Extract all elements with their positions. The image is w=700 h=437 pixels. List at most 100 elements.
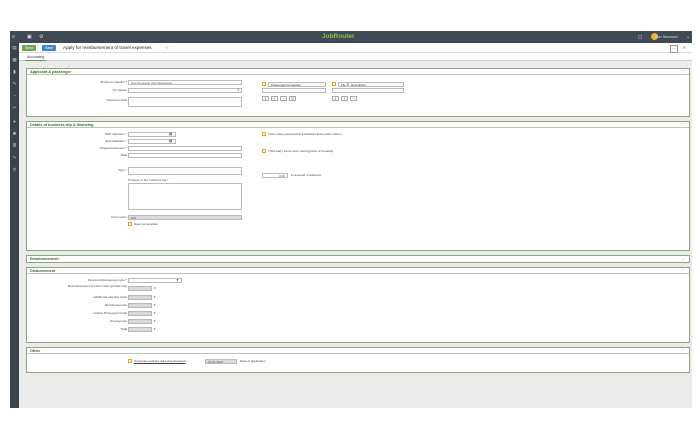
advance-amount-field[interactable]: 0,00 [262,173,288,178]
business-traveller-label: Business traveller * [100,80,127,84]
file-count: 1 [332,96,339,101]
disbursement-row-value [128,311,152,316]
disbursement-panel: Disbursement ⌃ Desired disbursement type … [26,267,690,343]
disbursement-header[interactable]: Disbursement ⌃ [27,268,689,274]
passenger-add-button[interactable]: + [271,96,278,101]
main-content: Send Save Apply for reimbursement of tra… [19,43,692,408]
tools-icon[interactable]: ✎ [12,81,17,86]
section-title: Reimbursement [30,257,59,261]
type-label: Type * [118,168,127,172]
passenger-remove-button[interactable]: − [280,96,287,101]
section-title: Disbursement [30,269,56,273]
dropdown-arrow-icon[interactable]: ▼ [176,278,179,282]
applicant-header[interactable]: Applicant & passenger ⌃ [27,69,689,75]
targets-field[interactable] [128,146,242,151]
wrench-icon-2[interactable]: ✎ [12,155,17,160]
file-add-button[interactable]: + [341,96,348,101]
details-header[interactable]: Details of business trip & financing ⌃ [27,122,689,128]
close-icon[interactable]: ✕ [683,45,686,51]
disbursement-row-value [128,327,152,332]
save-button[interactable]: Save [42,45,56,51]
passenger-select-all-checkbox[interactable] [262,82,266,86]
application-date-field: 24.01.2019 [205,359,237,364]
user-icon[interactable]: ● [12,119,17,124]
temporal-link-checkbox[interactable] [262,132,266,136]
search-icon[interactable]: ⚲ [237,88,240,92]
file-remove-button[interactable]: − [350,96,357,101]
list-icon[interactable]: ≣ [12,143,17,148]
more-icon[interactable]: ⋯ [670,45,678,53]
gear-icon[interactable]: ✱ [12,131,17,136]
currency-label: € [154,286,156,290]
tab-accounting[interactable]: Accounting [25,54,47,61]
chevron-down-icon[interactable]: ⌄ [682,256,685,262]
business-traveller-field[interactable]: Kiro Neumann (Kiro.Neumann) [128,80,242,85]
currency-label: € [154,311,156,315]
targets-label: Targets/customers * [99,146,127,150]
inbox-icon[interactable]: ▤ [12,45,17,50]
section-title: Details of business trip & financing [30,123,94,127]
disbursement-row-label: Reimbursement [105,303,127,307]
chevron-up-icon[interactable]: ⌃ [682,122,685,128]
link-icon[interactable]: ⚲ [12,167,17,172]
home-icon[interactable]: ▣ [27,34,32,40]
third-party-checkbox[interactable] [262,149,266,153]
currency-label: € [154,303,156,307]
passenger-search-button[interactable]: ⚲ [289,96,296,101]
compliance-link[interactable]: Corporate policies read and accepted [134,359,185,363]
file-row-field[interactable] [332,88,404,93]
disbursement-row-value [128,303,152,308]
discount-cards-label: Discount cards [106,98,127,102]
disbursement-row-label: - Prepayment [108,319,127,323]
send-button[interactable]: Send [22,45,37,51]
reimbursement-header[interactable]: Reimbursement ⌄ [27,256,689,262]
disbursement-type-select[interactable] [128,278,182,283]
save-template-checkbox[interactable] [128,222,132,226]
other-header[interactable]: Other ⌃ [27,348,689,354]
templates-field[interactable] [128,88,242,93]
currency-label: € [154,319,156,323]
file-column-header: File [338,82,348,87]
chevron-up-icon[interactable]: ⌃ [682,268,685,274]
other-panel: Other ⌃ Corporate policies read and accep… [26,347,690,373]
passenger-column-header: Passenger/companion [268,82,326,87]
start-icon[interactable]: ▦ [12,57,17,62]
save-template-label: Save as template [134,222,158,226]
passenger-row-field[interactable] [262,88,326,93]
chevron-up-icon[interactable]: ⌃ [682,69,685,75]
section-title: Applicant & passenger [30,70,72,74]
wrench-icon[interactable]: ✂ [12,105,17,110]
currency-label: € [154,327,156,331]
type-field[interactable]: ... [128,167,242,175]
disbursement-type-label: Desired disbursement type * [88,278,127,282]
disbursement-row-value [128,295,152,300]
chevron-up-icon[interactable]: ⌃ [682,348,685,354]
file-select-all-checkbox[interactable] [332,82,336,86]
document-icon[interactable]: ▮ [12,69,17,74]
cost-center-field: 100 [128,215,242,220]
applicant-panel: Applicant & passenger ⌃ Business travelle… [26,68,690,117]
compliance-checkbox[interactable] [128,359,132,363]
brand-logo: JobRouter [322,33,355,40]
menu-icon[interactable]: ≡ [12,34,15,40]
user-name[interactable]: Max Neumann [655,35,678,39]
top-bar: ≡ ▣ ⚙ JobRouter ◻ Max Neumann ⌄ [10,31,692,43]
discount-cards-field[interactable]: ... [128,97,242,107]
chart-icon[interactable]: ◔ [12,93,17,98]
reimbursement-panel: Reimbursement ⌄ [26,255,690,263]
settings-icon[interactable]: ⚙ [39,34,43,40]
purpose-textarea[interactable] [128,183,242,210]
advance-label: € received in advance [291,173,322,177]
currency-label: € [154,295,156,299]
tab-bar: Accounting [19,53,692,61]
disbursement-row-label: Reimbursement of travel costs (private c… [67,284,127,288]
role-field[interactable] [128,153,242,158]
third-party-label: Third-party funds were used (grants or b… [268,149,334,153]
calendar-icon[interactable]: ▦ [169,139,172,143]
calendar-icon[interactable]: ▦ [169,132,172,136]
notification-icon[interactable]: ◻ [638,34,642,40]
chevron-down-icon[interactable]: ⌄ [686,34,690,40]
app-window: ≡ ▣ ⚙ JobRouter ◻ Max Neumann ⌄ ▤ ▦ ▮ ✎ … [10,31,692,408]
purpose-label: Purpose of the business trip * [128,178,169,182]
star-icon[interactable]: ☆ [165,45,169,51]
